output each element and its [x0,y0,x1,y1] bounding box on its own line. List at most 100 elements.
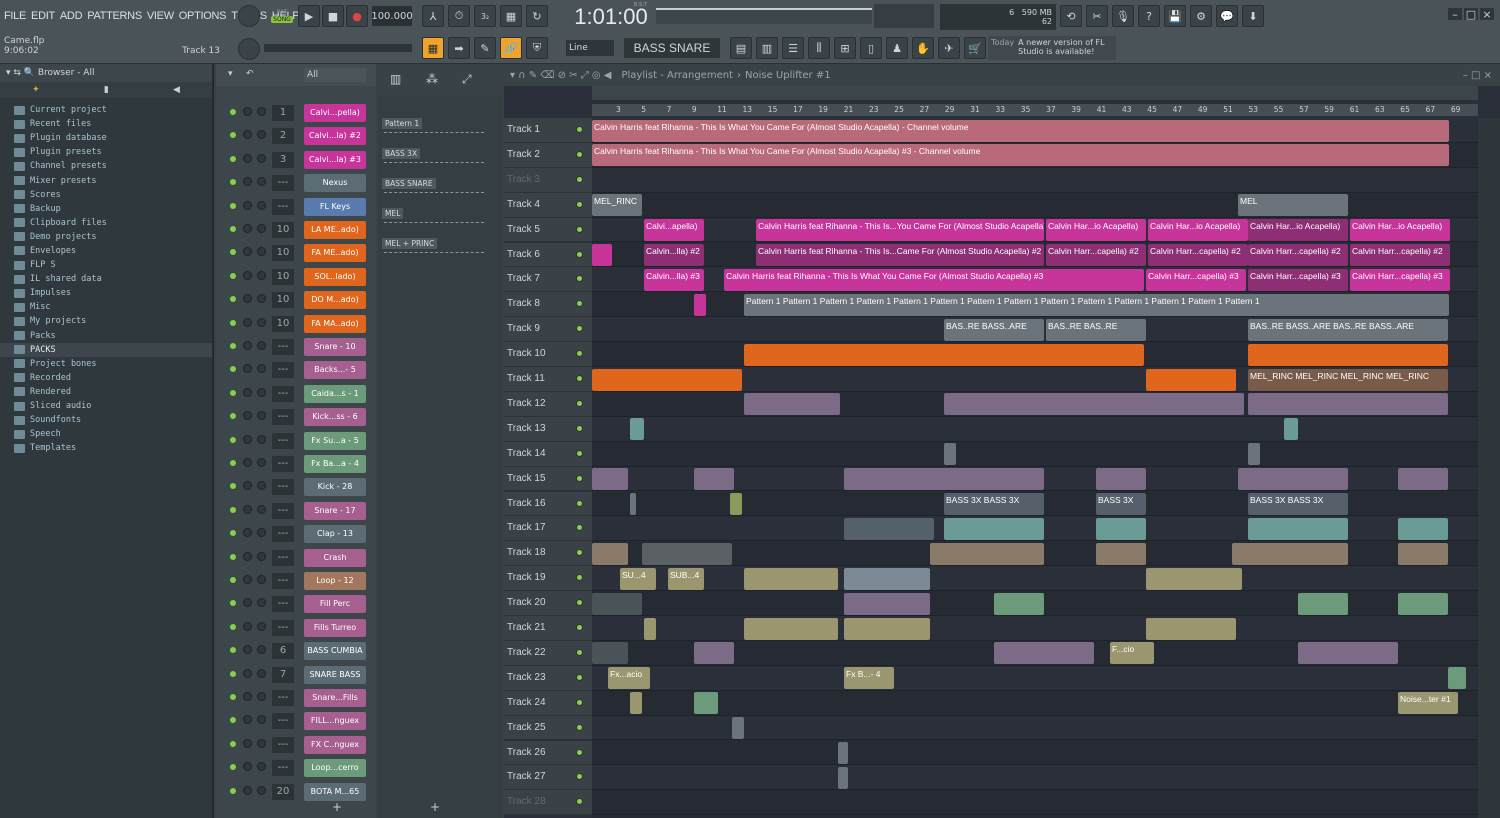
chat-icon[interactable]: 💬 [1216,5,1238,27]
playlist-clip[interactable]: Calvin Harr...capella) #2 [1248,244,1348,266]
playlist-clip[interactable] [838,742,848,764]
channel-name-button[interactable]: FL Keys [304,197,366,216]
channel-mute-led[interactable] [230,460,236,466]
track-header[interactable]: Track 6 [504,242,592,268]
channel-mute-led[interactable] [230,226,236,232]
track-header[interactable]: Track 11 [504,367,592,392]
add-pattern-icon[interactable]: + [430,800,440,814]
mixer-track-number[interactable]: --- [272,526,294,543]
channel-name-button[interactable]: Fx Su...a - 5 [304,431,366,450]
playlist-clip[interactable] [744,393,840,416]
channel-mute-led[interactable] [230,366,236,373]
playlist-close-icon[interactable]: – □ × [1463,70,1492,81]
channel-name-button[interactable]: Clap - 13 [304,525,366,544]
menu-options[interactable]: OPTIONS [179,10,227,22]
mixer-track-number[interactable]: 2 [272,128,294,145]
plugin-picker-icon[interactable]: ♟ [886,37,908,59]
channel-volume-knob[interactable] [257,715,266,725]
channel-row[interactable]: --- Fill Perc [216,593,376,616]
channel-mute-led[interactable] [230,436,236,443]
playlist-clip[interactable] [1298,592,1348,615]
playlist-clip[interactable]: Pattern 1 Pattern 1 Pattern 1 Pattern 1 … [744,293,1449,316]
touch-controller-icon[interactable]: ✋ [912,37,934,59]
pattern-item[interactable]: MEL [382,208,486,234]
playlist-clip[interactable] [730,493,742,515]
channel-volume-knob[interactable] [257,224,266,233]
channel-row[interactable]: --- Loop - 12 [216,570,376,593]
record-button[interactable]: ● [346,5,368,27]
playlist-clip[interactable] [944,517,1044,540]
browser-item[interactable]: Rendered [0,385,212,399]
playlist-clip[interactable] [944,393,1244,416]
track-header[interactable]: Track 20 [504,591,592,616]
track-header[interactable]: Track 15 [504,466,592,492]
browser-item[interactable]: IL shared data [0,272,212,286]
channel-mute-led[interactable] [230,577,236,583]
mixer-track-number[interactable]: --- [272,362,294,379]
shop-icon[interactable]: 🛒 [964,37,986,59]
snap-select[interactable]: Line [566,40,614,56]
channel-name-button[interactable]: SNARE BASS [304,665,366,684]
playlist-clip[interactable]: SU...4 [620,567,656,590]
channel-volume-knob[interactable] [257,551,266,561]
channel-mute-led[interactable] [230,109,236,115]
playlist-clip[interactable] [1096,517,1146,540]
channel-pan-knob[interactable] [243,177,252,187]
track-enable-led[interactable] [576,399,583,407]
playlist-clip[interactable]: BAS..RE BAS..RE [1046,318,1146,341]
channel-pan-knob[interactable] [243,785,252,795]
piano-roll-icon[interactable]: ▥ [756,37,778,59]
browser-item[interactable]: Channel presets [0,159,212,173]
channel-volume-knob[interactable] [257,341,266,350]
track-enable-led[interactable] [576,499,583,507]
browser-item[interactable]: My projects [0,314,212,328]
playlist-clip[interactable]: Calvin...lla) #3 [644,268,704,291]
track-enable-led[interactable] [576,150,583,158]
track-header[interactable]: Track 4 [504,192,592,218]
pattern-item[interactable]: BASS SNARE [382,178,486,204]
channel-pan-knob[interactable] [243,458,252,467]
playlist-clip[interactable] [630,493,636,515]
pat-song-toggle[interactable]: PAT SONG [268,4,296,28]
track-header[interactable]: Track 13 [504,416,592,442]
undo-history-icon[interactable]: ⟲ [1060,5,1082,27]
track-enable-led[interactable] [576,225,583,233]
mixer-track-number[interactable]: --- [272,385,294,402]
mixer-track-number[interactable]: --- [272,339,294,355]
channel-name-button[interactable]: BOTA M...65 [304,782,366,801]
channel-mute-led[interactable] [230,764,236,771]
track-header[interactable]: Track 14 [504,441,592,467]
channel-volume-knob[interactable] [257,598,266,608]
playlist-clip[interactable]: Calvin Harr...capella) #3 [1146,268,1246,291]
track-header[interactable]: Track 28 [504,790,592,816]
channel-pan-knob[interactable] [243,551,252,561]
channel-name-button[interactable]: SOL..lado) [304,267,366,286]
channel-mute-led[interactable] [230,717,236,724]
channel-mute-led[interactable] [230,296,236,303]
track-enable-led[interactable] [576,200,583,208]
channel-mute-led[interactable] [230,155,236,162]
browser-item[interactable]: Templates [0,441,212,455]
playlist-clip[interactable]: Fx B...- 4 [844,667,894,690]
track-header[interactable]: Track 27 [504,765,592,791]
track-enable-led[interactable] [576,375,583,382]
timeline-ruler[interactable]: 3 5 7 9 11 13 15 17 19 21 23 25 27 29 31 33 35 37 39 41 43 45… [592,104,1478,116]
channel-name-button[interactable]: FA ME..ado) [304,244,366,263]
track-enable-led[interactable] [576,624,583,631]
channel-pan-knob[interactable] [243,504,252,514]
browser-item[interactable]: Clipboard files [0,216,212,230]
playlist-clip[interactable] [844,592,930,615]
browser-item[interactable]: Current project [0,103,212,117]
channel-name-button[interactable]: Fill Perc [304,595,366,614]
playlist-clip[interactable] [1146,617,1236,640]
menu-edit[interactable]: EDIT [31,10,55,22]
browser-item[interactable]: Project bones [0,357,212,371]
playlist-clip[interactable] [592,244,612,266]
track-enable-led[interactable] [576,474,583,482]
playlist-clip[interactable] [1146,368,1236,391]
playlist-clip[interactable] [1248,517,1348,540]
playlist-button[interactable]: ▦ [422,37,444,59]
track-enable-led[interactable] [576,524,583,532]
channel-mute-led[interactable] [230,202,236,209]
pitch-knob[interactable] [238,38,260,60]
